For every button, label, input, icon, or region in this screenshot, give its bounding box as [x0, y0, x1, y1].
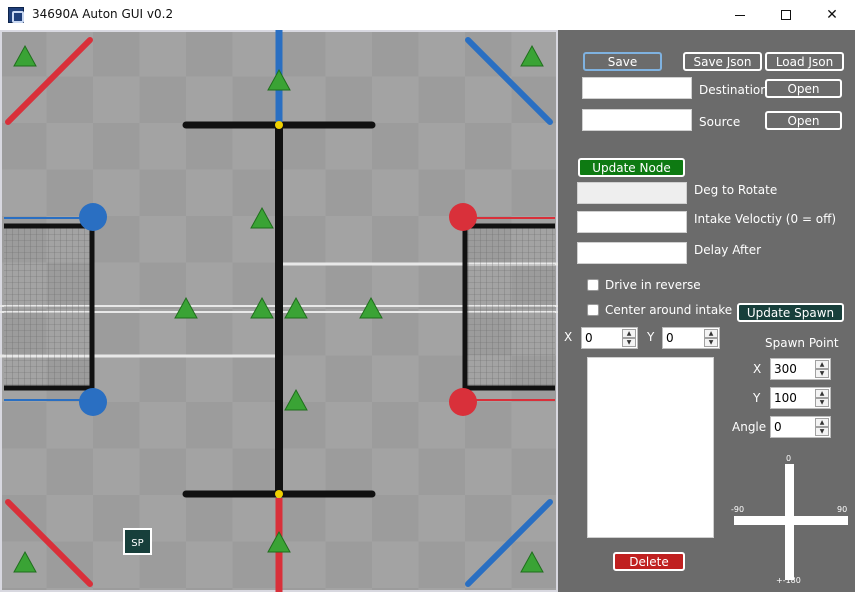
dial-label-top: 0: [786, 454, 792, 463]
maximize-icon: [781, 10, 791, 20]
maximize-button[interactable]: [763, 0, 809, 30]
node-x-label: X: [564, 330, 573, 344]
node-y-value: 0: [666, 331, 674, 345]
load-json-button[interactable]: Load Json: [765, 52, 844, 71]
spin-down-icon[interactable]: ▼: [704, 338, 718, 347]
close-icon: ✕: [826, 7, 838, 23]
spawn-y-spinbox[interactable]: 100 ▲ ▼: [770, 387, 831, 409]
spawn-y-label: Y: [753, 391, 761, 405]
node-y-label: Y: [647, 330, 655, 344]
title-bar: 34690A Auton GUI v0.2 ✕: [0, 0, 855, 30]
spin-down-icon[interactable]: ▼: [815, 427, 829, 436]
destination-label: Destination: [699, 83, 768, 97]
delete-button[interactable]: Delete: [613, 552, 685, 571]
node-x-value: 0: [585, 331, 593, 345]
spin-up-icon[interactable]: ▲: [704, 329, 718, 338]
dial-label-bottom: +-180: [776, 576, 801, 585]
source-label: Source: [699, 115, 741, 129]
source-open-button[interactable]: Open: [765, 111, 842, 130]
barrier-cap: [275, 490, 283, 498]
spin-up-icon[interactable]: ▲: [622, 329, 636, 338]
spawn-x-spinbox[interactable]: 300 ▲ ▼: [770, 358, 831, 380]
spin-up-icon[interactable]: ▲: [815, 389, 829, 398]
save-button[interactable]: Save: [583, 52, 662, 71]
blue-goal-post: [79, 203, 107, 231]
intake-velocity-field[interactable]: [577, 211, 687, 233]
drive-reverse-checkbox[interactable]: [587, 279, 599, 291]
dial-label-left: -90: [731, 505, 745, 514]
drive-reverse-label: Drive in reverse: [605, 278, 701, 292]
angle-label: Angle: [732, 420, 767, 434]
destination-open-button[interactable]: Open: [765, 79, 842, 98]
red-goal-post: [449, 388, 477, 416]
intake-velocity-label: Intake Veloctiy (0 = off): [694, 212, 837, 226]
spin-down-icon[interactable]: ▼: [815, 369, 829, 378]
field-drawing[interactable]: SP: [0, 30, 558, 592]
destination-field[interactable]: [582, 77, 692, 99]
update-spawn-button[interactable]: Update Spawn: [737, 303, 844, 322]
red-goal-net: [465, 224, 555, 388]
spawn-x-label: X: [753, 362, 762, 376]
deg-to-rotate-label: Deg to Rotate: [694, 183, 778, 197]
delay-after-label: Delay After: [694, 243, 762, 257]
app-icon: [8, 7, 24, 23]
blue-goal-net: [4, 224, 92, 388]
update-node-button[interactable]: Update Node: [578, 158, 685, 177]
field-canvas[interactable]: SP: [0, 30, 558, 592]
minimize-icon: [735, 14, 745, 16]
window-title: 34690A Auton GUI v0.2: [32, 7, 174, 21]
angle-dial[interactable]: 0 -90 90 +-180: [731, 454, 848, 585]
spawn-marker-label: SP: [131, 538, 143, 549]
source-field[interactable]: [582, 109, 692, 131]
red-goal-post: [449, 203, 477, 231]
node-y-spinbox[interactable]: 0 ▲ ▼: [662, 327, 720, 349]
dial-label-right: 90: [837, 505, 848, 514]
spawn-y-value: 100: [774, 391, 797, 405]
spin-down-icon[interactable]: ▼: [815, 398, 829, 407]
control-panel: Save Save Json Load Json Destination Ope…: [558, 30, 855, 592]
spin-up-icon[interactable]: ▲: [815, 418, 829, 427]
spawn-point-label: Spawn Point: [765, 336, 839, 350]
spin-up-icon[interactable]: ▲: [815, 360, 829, 369]
minimize-button[interactable]: [717, 0, 763, 30]
barrier-cap: [275, 121, 283, 129]
spawn-x-value: 300: [774, 362, 797, 376]
node-x-spinbox[interactable]: 0 ▲ ▼: [581, 327, 638, 349]
deg-to-rotate-field[interactable]: [577, 182, 687, 204]
save-json-button[interactable]: Save Json: [683, 52, 762, 71]
center-intake-checkbox[interactable]: [587, 304, 599, 316]
node-list[interactable]: [587, 357, 714, 538]
spin-down-icon[interactable]: ▼: [622, 338, 636, 347]
delay-after-field[interactable]: [577, 242, 687, 264]
dial-horizontal-bar: [734, 516, 848, 525]
angle-value: 0: [774, 420, 782, 434]
close-button[interactable]: ✕: [809, 0, 855, 30]
angle-spinbox[interactable]: 0 ▲ ▼: [770, 416, 831, 438]
center-intake-label: Center around intake: [605, 303, 733, 317]
blue-goal-post: [79, 388, 107, 416]
